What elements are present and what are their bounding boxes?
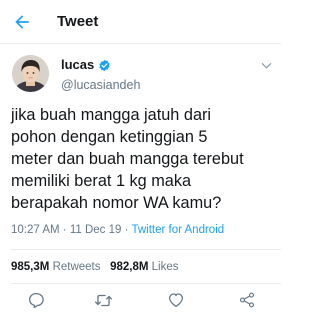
username[interactable]: @lucasiandeh (61, 77, 140, 93)
share-button[interactable] (236, 289, 258, 311)
meta-separator: · (62, 224, 67, 236)
likes-stat[interactable]: 982,8M Likes (110, 261, 178, 273)
divider-stats-bottom (11, 283, 281, 284)
like-button[interactable] (165, 289, 187, 311)
tweet-text: jika buah mangga jatuh dari pohon dengan… (11, 106, 244, 212)
more-options-button[interactable] (259, 58, 273, 72)
back-button[interactable] (10, 10, 34, 34)
tweet-date[interactable]: 11 Dec 19 (70, 224, 122, 236)
display-name[interactable]: lucas (61, 57, 94, 73)
retweets-label: Retweets (52, 261, 101, 273)
retweet-button[interactable] (92, 289, 114, 311)
reply-button[interactable] (25, 289, 47, 311)
meta-separator-2: · (124, 224, 129, 236)
likes-count: 982,8M (110, 261, 149, 273)
tweet-time[interactable]: 10:27 AM (11, 224, 60, 236)
tweet-meta: 10:27 AM · 11 Dec 19 · Twitter for Andro… (11, 222, 224, 238)
engagement-stats: 985,3M Retweets 982,8M Likes (11, 259, 179, 275)
arrow-left-icon (15, 15, 29, 29)
page-title: Tweet (57, 13, 99, 30)
top-bar: Tweet (0, 0, 281, 44)
verified-badge-icon (99, 59, 110, 71)
likes-label: Likes (151, 261, 179, 273)
author-name-row[interactable]: lucas (61, 57, 111, 73)
tweet-detail-screen: Tweet lucas @lucasiandeh jika buah mangg… (0, 0, 281, 320)
divider-stats-top (11, 249, 281, 250)
heart-icon (168, 293, 184, 308)
action-bar (0, 285, 281, 315)
profile-photo (12, 55, 49, 92)
avatar[interactable] (12, 55, 49, 92)
reply-icon (28, 292, 44, 309)
share-icon (239, 292, 255, 308)
tweet-client-link[interactable]: Twitter for Android (131, 224, 224, 236)
chevron-down-icon (261, 62, 271, 68)
retweets-stat[interactable]: 985,3M Retweets (11, 261, 101, 273)
retweets-count: 985,3M (11, 261, 50, 273)
retweet-icon (94, 294, 112, 306)
